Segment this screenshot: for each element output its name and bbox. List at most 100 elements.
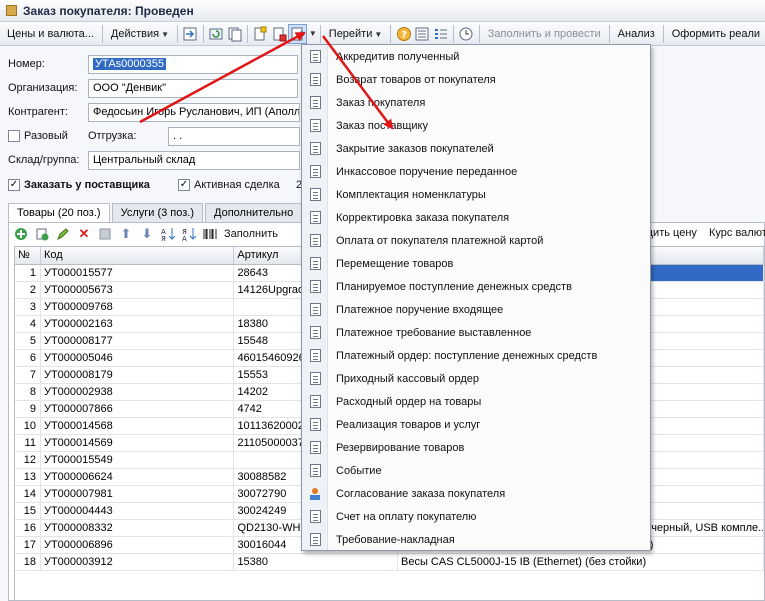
shipment-date-field[interactable]: . . xyxy=(168,127,300,146)
row-number-cell[interactable]: 3 xyxy=(15,299,41,315)
row-number-cell[interactable]: 4 xyxy=(15,316,41,332)
row-number-cell[interactable]: 9 xyxy=(15,401,41,417)
menu-item[interactable]: Согласование заказа покупателя xyxy=(302,482,650,505)
code-cell[interactable]: УТ000003912 xyxy=(41,554,235,570)
menu-item[interactable]: Счет на оплату покупателю xyxy=(302,505,650,528)
code-cell[interactable]: УТ000015577 xyxy=(41,265,235,281)
fill-button[interactable]: Заполнить xyxy=(224,228,278,240)
menu-item[interactable]: Заказ поставщику xyxy=(302,114,650,137)
menu-item[interactable]: Платежное требование выставленное xyxy=(302,321,650,344)
number-field[interactable]: УТАs0000355 xyxy=(88,55,298,74)
code-cell[interactable]: УТ000014568 xyxy=(41,418,235,434)
create-based-on-icon[interactable] xyxy=(288,23,307,44)
code-cell[interactable]: УТ000007866 xyxy=(41,401,235,417)
code-cell[interactable]: УТ000007981 xyxy=(41,486,235,502)
name-cell[interactable]: Весы CAS CL5000J-15 IB (Ethernet) (без с… xyxy=(398,554,764,570)
code-cell[interactable]: УТ000004443 xyxy=(41,503,235,519)
menu-item[interactable]: Резервирование товаров xyxy=(302,436,650,459)
one-time-checkbox[interactable] xyxy=(8,130,20,142)
code-cell[interactable]: УТ000006624 xyxy=(41,469,235,485)
column-header-code[interactable]: Код xyxy=(41,247,235,264)
contractor-field[interactable]: Федосьин Игорь Русланович, ИП (Аполло xyxy=(88,103,300,122)
menu-item[interactable]: Планируемое поступление денежных средств xyxy=(302,275,650,298)
chevron-down-icon[interactable]: ▼ xyxy=(309,29,317,38)
menu-item[interactable]: Инкассовое поручение переданное xyxy=(302,160,650,183)
currency-rate-button[interactable]: Курс валют xyxy=(709,227,765,239)
menu-item[interactable]: Реализация товаров и услуг xyxy=(302,413,650,436)
organization-field[interactable]: ООО "Денвик" xyxy=(88,79,298,98)
code-cell[interactable]: УТ000008177 xyxy=(41,333,235,349)
row-number-cell[interactable]: 2 xyxy=(15,282,41,298)
row-number-cell[interactable]: 15 xyxy=(15,503,41,519)
add-row-icon[interactable] xyxy=(12,226,30,242)
post-document-icon[interactable] xyxy=(181,24,200,44)
row-number-cell[interactable]: 16 xyxy=(15,520,41,536)
menu-item[interactable]: Перемещение товаров xyxy=(302,252,650,275)
help-icon[interactable]: ? xyxy=(394,24,413,44)
row-number-cell[interactable]: 13 xyxy=(15,469,41,485)
refresh-icon[interactable] xyxy=(207,24,226,44)
row-number-cell[interactable]: 18 xyxy=(15,554,41,570)
row-number-cell[interactable]: 6 xyxy=(15,350,41,366)
goto-menu-button[interactable]: Перейти ▼ xyxy=(324,24,388,44)
order-from-supplier-checkbox[interactable]: ✓ xyxy=(8,179,20,191)
code-cell[interactable]: УТ000015549 xyxy=(41,452,235,468)
menu-item[interactable]: Закрытие заказов покупателей xyxy=(302,137,650,160)
checklist-icon[interactable] xyxy=(432,24,451,44)
move-up-icon[interactable]: ⬆ xyxy=(117,226,135,242)
print-form-icon[interactable] xyxy=(269,24,288,44)
row-number-cell[interactable]: 14 xyxy=(15,486,41,502)
column-header-number[interactable]: № xyxy=(15,247,41,264)
delete-row-icon[interactable]: ✕ xyxy=(75,226,93,242)
code-cell[interactable]: УТ000014569 xyxy=(41,435,235,451)
analysis-button[interactable]: Анализ xyxy=(613,24,660,44)
code-cell[interactable]: УТ000009768 xyxy=(41,299,235,315)
sort-ascending-icon[interactable]: AЯ xyxy=(159,226,177,242)
code-cell[interactable]: УТ000008179 xyxy=(41,367,235,383)
actions-menu-button[interactable]: Действия ▼ xyxy=(106,24,174,44)
edit-row-icon[interactable] xyxy=(54,226,72,242)
row-number-cell[interactable]: 1 xyxy=(15,265,41,281)
active-deal-checkbox[interactable]: ✓ xyxy=(178,179,190,191)
menu-item[interactable]: Приходный кассовый ордер xyxy=(302,367,650,390)
copy-document-icon[interactable] xyxy=(225,24,244,44)
article-cell[interactable]: 15380 xyxy=(234,554,398,570)
row-number-cell[interactable]: 5 xyxy=(15,333,41,349)
warehouse-field[interactable]: Центральный склад xyxy=(88,151,300,170)
history-clock-icon[interactable] xyxy=(457,24,476,44)
menu-item[interactable]: Платежное поручение входящее xyxy=(302,298,650,321)
sort-descending-icon[interactable]: ЯA xyxy=(180,226,198,242)
list-settings-icon[interactable] xyxy=(413,24,432,44)
code-cell[interactable]: УТ000008332 xyxy=(41,520,235,536)
row-number-cell[interactable]: 12 xyxy=(15,452,41,468)
menu-item[interactable]: Корректировка заказа покупателя xyxy=(302,206,650,229)
barcode-icon[interactable] xyxy=(201,226,219,242)
menu-item[interactable]: Заказ покупателя xyxy=(302,91,650,114)
table-row[interactable]: 18 УТ000003912 15380 Весы CAS CL5000J-15 IB… xyxy=(15,554,764,571)
menu-item[interactable]: Аккредитив полученный xyxy=(302,45,650,68)
row-number-cell[interactable]: 17 xyxy=(15,537,41,553)
row-number-cell[interactable]: 7 xyxy=(15,367,41,383)
prices-currency-button[interactable]: Цены и валюта... xyxy=(2,24,99,44)
tab-additional[interactable]: Дополнительно xyxy=(205,203,303,223)
issue-sale-button[interactable]: Оформить реали xyxy=(667,24,765,44)
code-cell[interactable]: УТ000005046 xyxy=(41,350,235,366)
copy-row-icon[interactable] xyxy=(33,226,51,242)
menu-item[interactable]: Оплата от покупателя платежной картой xyxy=(302,229,650,252)
menu-item[interactable]: Расходный ордер на товары xyxy=(302,390,650,413)
structure-subordination-icon[interactable] xyxy=(251,24,270,44)
menu-item[interactable]: Возврат товаров от покупателя xyxy=(302,68,650,91)
end-edit-icon[interactable] xyxy=(96,226,114,242)
tab-services[interactable]: Услуги (3 поз.) xyxy=(111,203,204,223)
menu-item[interactable]: Комплектация номенклатуры xyxy=(302,183,650,206)
change-price-button[interactable]: щить цену xyxy=(644,227,697,239)
move-down-icon[interactable]: ⬇ xyxy=(138,226,156,242)
row-number-cell[interactable]: 11 xyxy=(15,435,41,451)
row-number-cell[interactable]: 10 xyxy=(15,418,41,434)
menu-item[interactable]: Требование-накладная xyxy=(302,528,650,551)
menu-item[interactable]: Событие xyxy=(302,459,650,482)
tab-goods[interactable]: Товары (20 поз.) xyxy=(8,203,110,223)
code-cell[interactable]: УТ000002938 xyxy=(41,384,235,400)
code-cell[interactable]: УТ000006896 xyxy=(41,537,235,553)
menu-item[interactable]: Платежный ордер: поступление денежных ср… xyxy=(302,344,650,367)
